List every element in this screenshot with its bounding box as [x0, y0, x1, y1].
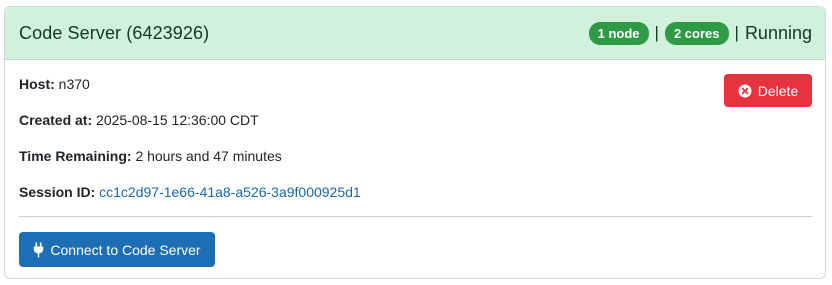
session-id-label: Session ID: [19, 184, 96, 200]
session-id-row: Session ID: cc1c2d97-1e66-41a8-a526-3a9f… [19, 184, 361, 200]
separator: | [654, 23, 659, 42]
session-card: Code Server (6423926) 1 node | 2 cores |… [4, 6, 826, 279]
cores-badge: 2 cores [664, 21, 729, 45]
delete-label: Delete [757, 82, 799, 99]
status-text: Running [744, 22, 812, 43]
session-status-group: 1 node | 2 cores | Running [588, 21, 812, 45]
host-row: Host: n370 [19, 76, 90, 92]
plug-icon [33, 242, 44, 258]
created-value: 2025-08-15 12:36:00 CDT [96, 112, 259, 128]
nodes-badge: 1 node [588, 21, 649, 45]
session-title: Code Server (6423926) [19, 22, 210, 43]
card-header: Code Server (6423926) 1 node | 2 cores |… [5, 7, 825, 60]
divider [19, 216, 812, 217]
created-label: Created at: [19, 112, 93, 128]
separator: | [734, 23, 739, 42]
connect-label: Connect to Code Server [50, 241, 201, 258]
time-remaining-value: 2 hours and 47 minutes [135, 148, 282, 164]
time-remaining-label: Time Remaining: [19, 148, 132, 164]
delete-button[interactable]: Delete [724, 74, 812, 107]
host-label: Host: [19, 76, 55, 92]
circle-x-icon [738, 84, 752, 98]
session-id-link[interactable]: cc1c2d97-1e66-41a8-a526-3a9f000925d1 [99, 184, 361, 200]
host-value: n370 [58, 76, 90, 92]
time-remaining-row: Time Remaining: 2 hours and 47 minutes [19, 148, 282, 164]
connect-button[interactable]: Connect to Code Server [19, 232, 215, 267]
created-row: Created at: 2025-08-15 12:36:00 CDT [19, 112, 259, 128]
